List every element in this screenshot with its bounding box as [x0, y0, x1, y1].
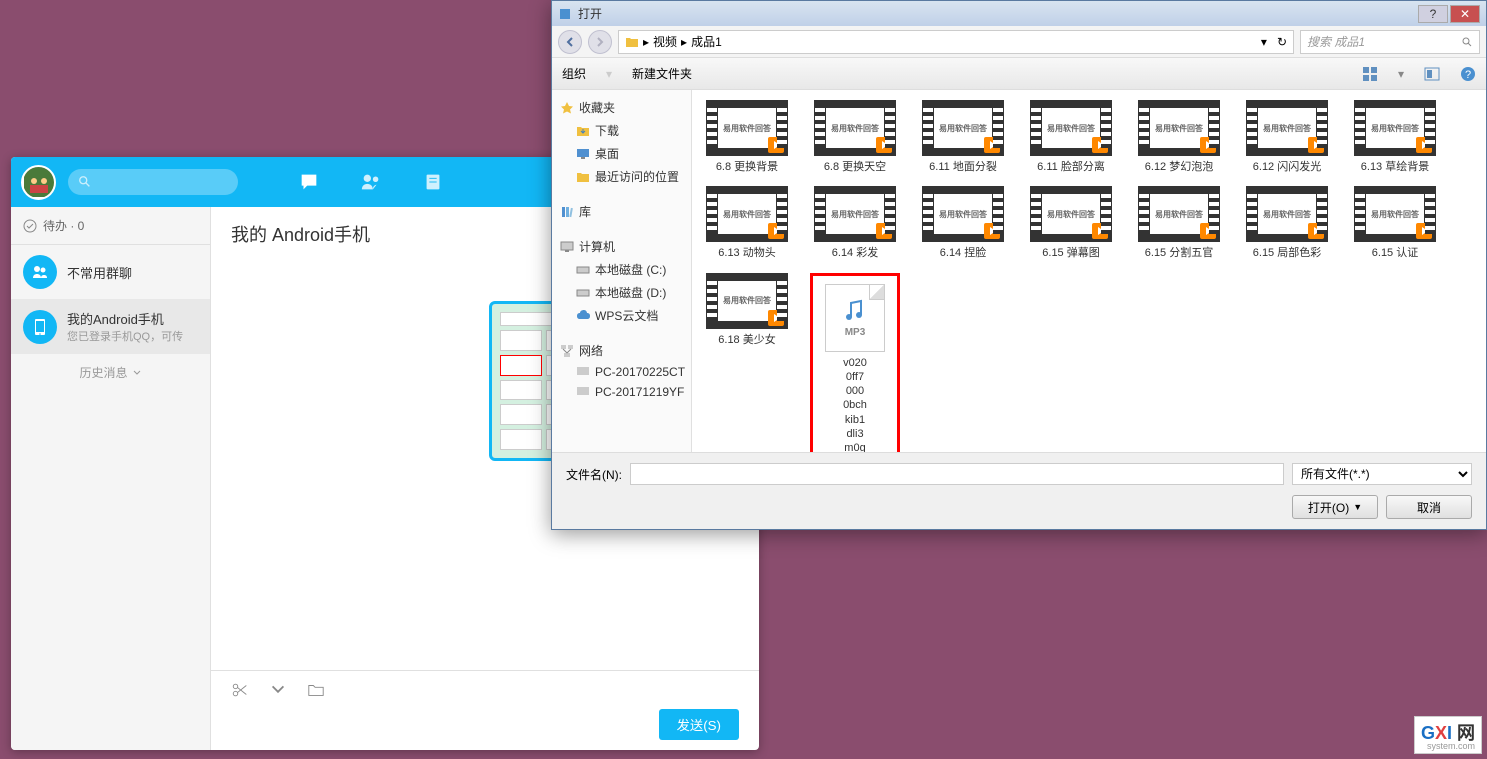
file-item[interactable]: 易用软件回答6.15 认证	[1350, 186, 1440, 260]
scissors-icon[interactable]	[231, 681, 249, 699]
dialog-titlebar: 打开 ? ✕	[552, 1, 1486, 26]
file-grid: 易用软件回答6.8 更换背景易用软件回答6.8 更换天空易用软件回答6.11 地…	[692, 90, 1486, 452]
tree-pc2[interactable]: PC-20171219YF	[552, 382, 691, 402]
file-item[interactable]: 易用软件回答6.18 美少女	[702, 273, 792, 452]
tree-desktop[interactable]: 桌面	[552, 142, 691, 165]
help-button[interactable]: ?	[1418, 5, 1448, 23]
group-icon	[23, 255, 57, 289]
search-icon	[78, 175, 92, 189]
breadcrumb-item[interactable]: 成品1	[691, 33, 722, 50]
tree-downloads[interactable]: 下载	[552, 119, 691, 142]
file-item[interactable]: 易用软件回答6.8 更换天空	[810, 100, 900, 174]
new-folder-button[interactable]: 新建文件夹	[632, 65, 692, 82]
file-item[interactable]: 易用软件回答6.15 局部色彩	[1242, 186, 1332, 260]
app-icon	[558, 7, 572, 21]
cancel-button[interactable]: 取消	[1386, 495, 1472, 519]
file-item[interactable]: 易用软件回答6.8 更换背景	[702, 100, 792, 174]
send-button[interactable]: 发送(S)	[659, 709, 739, 740]
tree-drive-c[interactable]: 本地磁盘 (C:)	[552, 258, 691, 281]
folder-icon[interactable]	[307, 681, 325, 699]
file-open-dialog: 打开 ? ✕ ▸ 视频 ▸ 成品1 ▾ ↻ 搜索 成品1 组织	[551, 0, 1487, 530]
breadcrumb[interactable]: ▸ 视频 ▸ 成品1 ▾ ↻	[618, 30, 1294, 54]
folder-icon	[625, 35, 639, 49]
folder-tree: 收藏夹 下载 桌面 最近访问的位置 库 计算机 本地磁盘 (C:) 本地磁盘 (…	[552, 90, 692, 452]
file-item[interactable]: 易用软件回答6.12 梦幻泡泡	[1134, 100, 1224, 174]
dialog-bottom: 文件名(N): 所有文件(*.*) 打开(O) ▼ 取消	[552, 452, 1486, 529]
checkmark-icon	[23, 219, 37, 233]
qq-sidebar: 待办 · 0 不常用群聊 我的Android手机 您已登录手机QQ，可传	[11, 207, 211, 750]
file-item-mp3-highlighted[interactable]: MP3v0200ff70000bchkib1dli3m0gujp8ug	[810, 273, 900, 452]
todo-bar[interactable]: 待办 · 0	[11, 207, 210, 245]
tree-libraries[interactable]: 库	[552, 200, 691, 223]
file-item[interactable]: 易用软件回答6.14 彩发	[810, 186, 900, 260]
chat-tab-icon[interactable]	[298, 171, 320, 193]
file-item[interactable]: 易用软件回答6.15 分割五官	[1134, 186, 1224, 260]
dialog-title: 打开	[578, 5, 602, 22]
toolbar: 组织 ▾ 新建文件夹 ▾ ?	[552, 58, 1486, 90]
tree-computer[interactable]: 计算机	[552, 235, 691, 258]
watermark: GXI 网 system.com	[1414, 716, 1482, 754]
tree-pc1[interactable]: PC-20170225CT	[552, 362, 691, 382]
breadcrumb-item[interactable]: 视频	[653, 33, 677, 50]
search-input[interactable]	[68, 169, 238, 195]
contact-name: 我的Android手机	[67, 309, 183, 328]
contact-android-phone[interactable]: 我的Android手机 您已登录手机QQ，可传	[11, 299, 210, 354]
contact-name: 不常用群聊	[67, 263, 132, 282]
help-icon[interactable]: ?	[1460, 66, 1476, 82]
file-item[interactable]: 易用软件回答6.13 动物头	[702, 186, 792, 260]
chevron-down-icon	[132, 368, 142, 378]
contact-group-chat[interactable]: 不常用群聊	[11, 245, 210, 299]
todo-label: 待办 · 0	[43, 217, 84, 234]
chevron-down-icon[interactable]	[269, 681, 287, 699]
file-item[interactable]: 易用软件回答6.11 脸部分离	[1026, 100, 1116, 174]
apps-tab-icon[interactable]	[422, 171, 444, 193]
address-bar: ▸ 视频 ▸ 成品1 ▾ ↻ 搜索 成品1	[552, 26, 1486, 58]
tree-wps[interactable]: WPS云文档	[552, 304, 691, 327]
compose-toolbar	[211, 670, 759, 709]
tree-favorites[interactable]: 收藏夹	[552, 96, 691, 119]
tree-recent[interactable]: 最近访问的位置	[552, 165, 691, 188]
forward-button[interactable]	[588, 30, 612, 54]
header-tabs	[298, 171, 444, 193]
close-button[interactable]: ✕	[1450, 5, 1480, 23]
phone-icon	[23, 310, 57, 344]
view-icon[interactable]	[1362, 66, 1378, 82]
file-item[interactable]: 易用软件回答6.14 捏脸	[918, 186, 1008, 260]
filetype-select[interactable]: 所有文件(*.*)	[1292, 463, 1472, 485]
contact-subtitle: 您已登录手机QQ，可传	[67, 328, 183, 344]
svg-text:?: ?	[1465, 69, 1471, 81]
avatar[interactable]	[21, 165, 56, 200]
open-button[interactable]: 打开(O) ▼	[1292, 495, 1378, 519]
file-item[interactable]: 易用软件回答6.11 地面分裂	[918, 100, 1008, 174]
organize-button[interactable]: 组织	[562, 65, 586, 82]
file-item[interactable]: 易用软件回答6.12 闪闪发光	[1242, 100, 1332, 174]
tree-network[interactable]: 网络	[552, 339, 691, 362]
tree-drive-d[interactable]: 本地磁盘 (D:)	[552, 281, 691, 304]
filename-label: 文件名(N):	[566, 466, 622, 483]
preview-icon[interactable]	[1424, 66, 1440, 82]
back-button[interactable]	[558, 30, 582, 54]
search-box[interactable]: 搜索 成品1	[1300, 30, 1480, 54]
dropdown-icon[interactable]: ▾	[1261, 35, 1267, 49]
file-item[interactable]: 易用软件回答6.15 弹幕图	[1026, 186, 1116, 260]
refresh-icon[interactable]: ↻	[1277, 35, 1287, 49]
filename-input[interactable]	[630, 463, 1284, 485]
search-icon	[1461, 36, 1473, 48]
file-item[interactable]: 易用软件回答6.13 草绘背景	[1350, 100, 1440, 174]
history-messages[interactable]: 历史消息	[11, 354, 210, 391]
contacts-tab-icon[interactable]	[360, 171, 382, 193]
